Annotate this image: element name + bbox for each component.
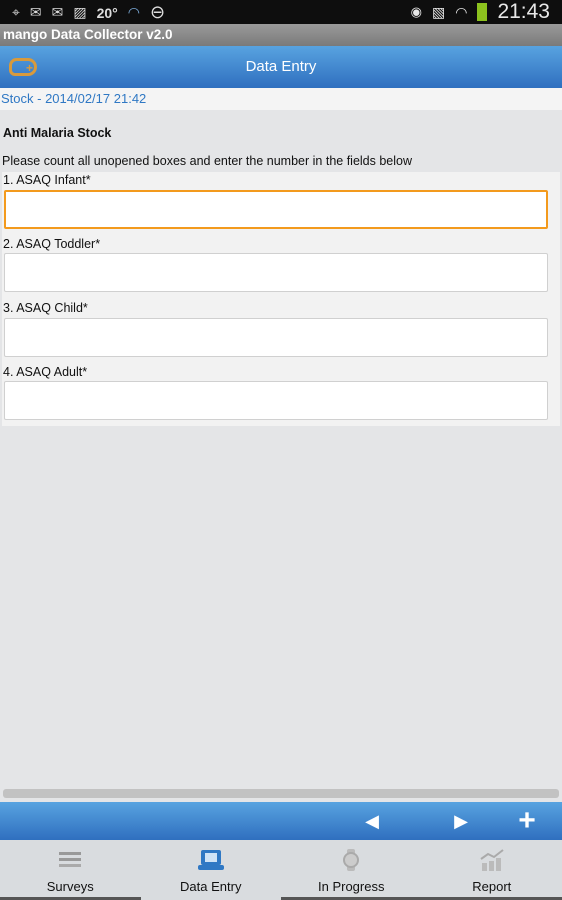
- field-label: 1. ASAQ Infant*: [3, 173, 91, 187]
- bottom-toolbar: ◀ ▶ +: [0, 802, 562, 840]
- field-label: 3. ASAQ Child*: [3, 301, 88, 315]
- tab-report[interactable]: Report: [421, 840, 562, 900]
- battery-icon: [477, 3, 488, 21]
- tab-in-progress[interactable]: In Progress: [281, 840, 422, 900]
- mute-icon: ▧: [431, 3, 446, 20]
- header: Data Entry: [0, 46, 562, 89]
- temperature: 20°: [96, 4, 118, 21]
- instructions: Please count all unopened boxes and ente…: [2, 154, 413, 168]
- form-panel: 1. ASAQ Infant* 2. ASAQ Toddler* 3. ASAQ…: [2, 172, 560, 426]
- tab-label: Data Entry: [180, 879, 242, 894]
- laptop-icon: [197, 850, 224, 870]
- clock: 21:43: [497, 0, 550, 23]
- list-icon: [59, 852, 82, 867]
- gps-icon: ⌖: [12, 4, 20, 20]
- tab-label: Report: [472, 879, 512, 894]
- header-title: Data Entry: [245, 58, 317, 75]
- tab-data-entry[interactable]: Data Entry: [141, 840, 282, 900]
- image-icon: ▨: [73, 4, 87, 20]
- horizontal-scrollbar[interactable]: [3, 789, 559, 798]
- field-label: 2. ASAQ Toddler*: [3, 237, 101, 251]
- tab-label: In Progress: [318, 879, 385, 894]
- email-icon: ✉: [51, 4, 64, 20]
- asaq-adult-input[interactable]: [4, 381, 548, 420]
- email-icon: ✉: [29, 4, 42, 20]
- add-button[interactable]: +: [507, 802, 547, 840]
- app-title: mango Data Collector v2.0: [0, 24, 562, 46]
- status-bar: ⌖ ✉ ✉ ▨ 20° ◠ ⊖ ◉ ▧ ◠ 21:43: [0, 0, 562, 24]
- wifi-icon: ◠: [127, 4, 140, 20]
- breadcrumb: Stock - 2014/02/17 21:42: [0, 88, 562, 110]
- asaq-infant-input[interactable]: [4, 190, 548, 229]
- chart-icon: [480, 849, 504, 871]
- section-title: Anti Malaria Stock: [3, 126, 112, 140]
- do-not-disturb-icon: ⊖: [149, 2, 166, 22]
- next-button[interactable]: ▶: [441, 802, 481, 840]
- mango-logo-icon[interactable]: [9, 47, 37, 89]
- wifi-icon: ◠: [455, 3, 468, 20]
- tab-surveys[interactable]: Surveys: [0, 840, 141, 900]
- asaq-child-input[interactable]: [4, 318, 548, 357]
- eye-icon: ◉: [410, 4, 422, 19]
- field-label: 4. ASAQ Adult*: [3, 365, 88, 379]
- previous-button[interactable]: ◀: [352, 802, 392, 840]
- tab-bar: Surveys Data Entry In Progress Report: [0, 840, 562, 900]
- watch-icon: [343, 849, 360, 871]
- asaq-toddler-input[interactable]: [4, 253, 548, 292]
- tab-label: Surveys: [46, 879, 94, 894]
